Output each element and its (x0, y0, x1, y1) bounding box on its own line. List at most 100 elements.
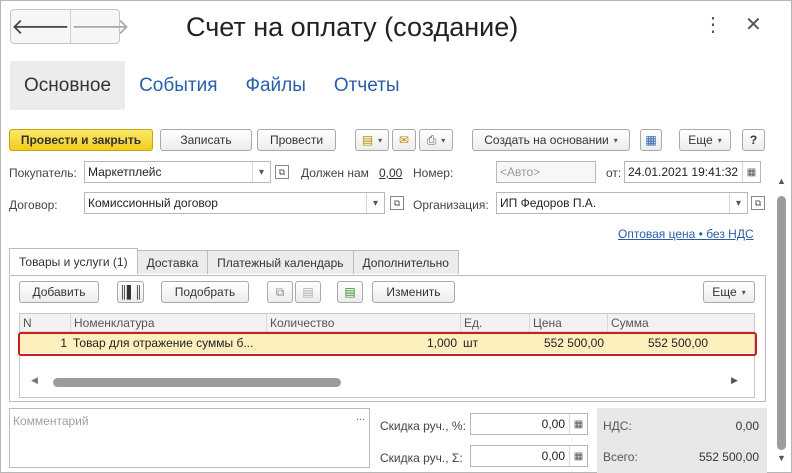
column-header-unit[interactable]: Ед. (460, 314, 529, 332)
table-settings-button[interactable]: ▤ (337, 281, 363, 303)
row-highlight (18, 332, 757, 356)
forward-button[interactable]: 🡒 (70, 10, 130, 43)
scroll-up-icon[interactable]: ▲ (777, 176, 786, 186)
discount-pct-value: 0,00 (541, 417, 565, 431)
table-header: N Номенклатура Количество Ед. Цена Сумма (20, 314, 754, 332)
buyer-field[interactable]: Маркетплейс ▾ (84, 161, 271, 183)
create-based-on-label: Создать на основании (484, 133, 609, 147)
table-more-button[interactable]: Еще ▾ (703, 281, 755, 303)
chevron-down-icon: ▾ (441, 135, 446, 145)
more-actions-icon[interactable]: ⋮ (703, 12, 723, 37)
vertical-scrollbar[interactable]: ▲ ▼ (775, 170, 789, 470)
tab-goods-services[interactable]: Товары и услуги (1) (9, 248, 138, 274)
table-icon: ▤ (344, 285, 356, 299)
structure-icon: ▦ (645, 133, 657, 147)
more-button[interactable]: Еще ▾ (679, 129, 731, 151)
copy-icon: ⧉ (275, 284, 285, 299)
organization-label: Организация: (413, 198, 489, 212)
discount-sum-field[interactable]: 0,00 ▦ (470, 445, 588, 467)
totals-panel: НДС: 0,00 Всего: 552 500,00 (597, 408, 767, 473)
owed-label: Должен нам (301, 166, 369, 180)
open-organization-icon[interactable]: ⧉ (751, 196, 765, 210)
back-button[interactable]: 🡐 (11, 10, 70, 43)
tab-payment-calendar[interactable]: Платежный календарь (207, 250, 354, 274)
copy-button[interactable]: ⧉ (267, 281, 293, 303)
create-based-on-button[interactable]: Создать на основании ▾ (472, 129, 630, 151)
email-button[interactable]: ✉ (392, 129, 416, 151)
structure-button[interactable]: ▦ (640, 129, 662, 151)
total-label: Всего: (603, 450, 638, 464)
contract-field[interactable]: Комиссионный договор ▾ (84, 192, 385, 214)
help-button[interactable]: ? (742, 129, 765, 151)
contract-value: Комиссионный договор (88, 196, 218, 210)
post-and-close-button[interactable]: Провести и закрыть (9, 129, 153, 151)
print-button[interactable]: ⎙ ▾ (419, 129, 453, 151)
number-label: Номер: (413, 166, 454, 180)
barcode-button[interactable]: ║▌║ (117, 281, 144, 303)
column-header-n[interactable]: N (20, 314, 70, 332)
contract-label: Договор: (9, 198, 58, 212)
barcode-icon: ║▌║ (119, 285, 142, 299)
document-tabs: Товары и услуги (1) Доставка Платежный к… (9, 248, 459, 274)
price-type-link[interactable]: Оптовая цена • без НДС (618, 227, 754, 241)
expand-icon[interactable]: ... (356, 411, 365, 423)
column-header-sum[interactable]: Сумма (607, 314, 755, 332)
scroll-right-icon[interactable]: ▶ (731, 375, 738, 386)
document-icon: ▤ (361, 133, 374, 147)
tab-files[interactable]: Файлы (232, 61, 320, 110)
chevron-down-icon: ▾ (741, 287, 746, 297)
date-field[interactable]: 24.01.2021 19:41:32 ▦ (624, 161, 761, 183)
number-field[interactable]: <Авто> (496, 161, 596, 183)
comment-field[interactable]: Комментарий ... (9, 408, 370, 468)
section-tabs: Основное События Файлы Отчеты (10, 61, 414, 110)
scroll-thumb[interactable] (53, 378, 341, 387)
number-placeholder: <Авто> (500, 165, 541, 179)
tab-additional[interactable]: Дополнительно (352, 250, 459, 274)
change-button[interactable]: Изменить (372, 281, 455, 303)
close-icon[interactable]: ✕ (745, 12, 762, 37)
add-row-button[interactable]: Добавить (19, 281, 99, 303)
dropdown-icon[interactable]: ▾ (366, 193, 384, 213)
tab-main[interactable]: Основное (10, 61, 126, 110)
print-forms-button[interactable]: ▤ ▾ (355, 129, 389, 151)
buyer-value: Маркетплейс (88, 165, 162, 179)
vat-value: 0,00 (735, 419, 759, 433)
paste-icon: ▤ (302, 285, 314, 299)
buyer-label: Покупатель: (9, 166, 77, 180)
discount-sum-label: Скидка руч., Σ: (380, 451, 463, 465)
table-more-label: Еще (712, 285, 737, 299)
page-title: Счет на оплату (создание) (186, 12, 519, 42)
printer-icon: ⎙ (426, 132, 437, 147)
open-buyer-icon[interactable]: ⧉ (275, 165, 289, 179)
calendar-icon[interactable]: ▦ (742, 162, 760, 182)
dropdown-icon[interactable]: ▾ (729, 193, 747, 213)
column-header-qty[interactable]: Количество (266, 314, 460, 332)
date-value: 24.01.2021 19:41:32 (628, 165, 739, 179)
open-contract-icon[interactable]: ⧉ (390, 196, 404, 210)
calculator-icon[interactable]: ▦ (569, 446, 587, 466)
calculator-icon[interactable]: ▦ (569, 414, 587, 434)
horizontal-scrollbar[interactable]: ◀ ▶ (19, 375, 755, 389)
scroll-thumb[interactable] (777, 196, 786, 450)
total-value: 552 500,00 (698, 450, 759, 464)
save-button[interactable]: Записать (160, 129, 252, 151)
organization-value: ИП Федоров П.А. (500, 196, 597, 210)
tab-reports[interactable]: Отчеты (320, 61, 414, 110)
chevron-down-icon: ▾ (613, 135, 618, 145)
tab-events[interactable]: События (125, 61, 231, 110)
organization-field[interactable]: ИП Федоров П.А. ▾ (496, 192, 748, 214)
column-header-item[interactable]: Номенклатура (70, 314, 266, 332)
discount-pct-field[interactable]: 0,00 ▦ (470, 413, 588, 435)
paste-button[interactable]: ▤ (295, 281, 321, 303)
tab-delivery[interactable]: Доставка (136, 250, 209, 274)
chevron-down-icon: ▾ (378, 135, 383, 145)
vat-label: НДС: (603, 419, 632, 433)
scroll-left-icon[interactable]: ◀ (31, 375, 38, 386)
chevron-down-icon: ▾ (717, 135, 722, 145)
owed-value[interactable]: 0,00 (379, 166, 402, 180)
post-button[interactable]: Провести (257, 129, 336, 151)
column-header-price[interactable]: Цена (529, 314, 607, 332)
dropdown-icon[interactable]: ▾ (252, 162, 270, 182)
scroll-down-icon[interactable]: ▼ (777, 453, 786, 463)
pick-button[interactable]: Подобрать (161, 281, 249, 303)
